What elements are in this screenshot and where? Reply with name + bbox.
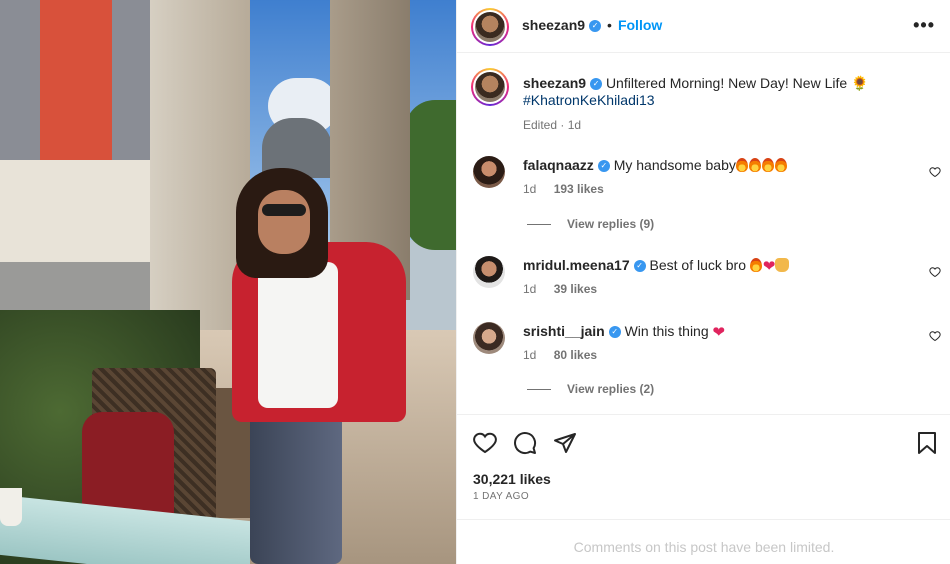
comment-like-heart-icon[interactable] [929,166,941,178]
photo-person-shirt [258,262,338,408]
comment-likes[interactable]: 39 likes [554,282,597,296]
verified-badge-icon: ✓ [608,326,621,339]
comment-item: srishti__jain ✓ Win this thing ❤ 1d 80 li… [457,318,950,408]
comment-icon[interactable] [513,431,537,455]
verified-badge-icon: ✓ [633,260,646,273]
commenter-username[interactable]: mridul.meena17 [523,257,630,273]
fire-emoji [735,158,748,172]
edited-label: Edited [523,118,558,132]
verified-badge-icon: ✓ [589,19,602,32]
comment-text: Best of luck bro [649,257,747,273]
post-header: sheezan9 ✓ • Follow ••• [457,0,950,53]
comment-like-heart-icon[interactable] [929,330,941,342]
photo-trees [405,100,456,250]
verified-badge-icon: ✓ [590,78,603,91]
fire-emoji [749,258,762,272]
post-caption: sheezan9 ✓ Unfiltered Morning! New Day! N… [457,54,950,144]
commenter-avatar[interactable] [473,256,505,288]
fire-emoji [748,158,761,172]
more-options-icon[interactable]: ••• [913,15,935,36]
action-bar: 30,221 likes 1 DAY AGO [457,414,950,520]
caption-author-avatar[interactable] [471,68,509,106]
view-replies-label: View replies (2) [567,382,655,396]
pray-emoji [775,258,790,272]
comment-meta: 1d 193 likes [523,182,604,196]
verified-badge-icon: ✓ [597,160,610,173]
comment-item: falaqnaazz ✓ My handsome baby 1d 193 like… [457,150,950,240]
post-side-panel: sheezan9 ✓ • Follow ••• sheezan9 ✓ Unfiltere… [456,0,950,564]
share-icon[interactable] [553,431,577,455]
comment-likes[interactable]: 80 likes [554,348,597,362]
caption-hashtag[interactable]: #KhatronKeKhiladi13 [523,92,923,108]
photo-person-sunglasses [262,204,306,216]
photo-red-building [40,0,112,165]
comment-body: mridul.meena17 ✓ Best of luck bro ❤ [523,256,913,276]
comments-limited-notice: Comments on this post have been limited. [457,519,950,564]
comment-like-heart-icon[interactable] [929,266,941,278]
caption-meta: Edited · 1d [523,118,582,132]
comment-likes[interactable]: 193 likes [554,182,604,196]
fire-emoji [774,158,787,172]
caption-body: sheezan9 ✓ Unfiltered Morning! New Day! N… [523,74,923,132]
follow-button[interactable]: Follow [618,17,662,33]
comment-meta: 1d 39 likes [523,282,597,296]
caption-username[interactable]: sheezan9 [523,75,586,91]
photo-person-pants [250,400,342,564]
comment-body: srishti__jain ✓ Win this thing ❤ [523,322,913,342]
fire-emoji [761,158,774,172]
photo-cup [0,488,22,526]
photo-person-face [258,190,310,254]
comment-time: 1d [523,182,537,196]
post-date[interactable]: 1 DAY AGO [473,491,529,502]
likes-count[interactable]: 30,221 likes [473,471,551,487]
comment-text: My handsome baby [613,157,736,173]
comment-text: Win this thing [624,323,709,339]
comment-meta: 1d 80 likes [523,348,597,362]
post-dialog: sheezan9 ✓ • Follow ••• sheezan9 ✓ Unfiltere… [0,0,950,564]
photo-white-building [0,160,160,270]
heart-emoji: ❤ [762,258,776,275]
bookmark-icon[interactable] [915,431,939,455]
replies-line [527,224,551,226]
view-replies-button[interactable]: View replies (2) [527,382,654,396]
comment-body: falaqnaazz ✓ My handsome baby [523,156,913,174]
commenter-username[interactable]: srishti__jain [523,323,605,339]
comment-time: 1d [523,282,537,296]
header-user-line: sheezan9 ✓ • Follow [522,17,662,35]
caption-text: Unfiltered Morning! New Day! New Life 🌻 [605,75,869,91]
heart-emoji: ❤ [712,324,726,341]
comment-time: 1d [523,348,537,362]
commenter-avatar[interactable] [473,322,505,354]
commenter-username[interactable]: falaqnaazz [523,157,594,173]
commenter-avatar[interactable] [473,156,505,188]
heart-icon[interactable] [473,431,497,455]
author-username[interactable]: sheezan9 [522,17,585,33]
author-avatar[interactable] [471,8,509,46]
post-photo[interactable] [0,0,456,564]
view-replies-button[interactable]: View replies (9) [527,217,654,231]
separator-dot: • [607,17,612,33]
edited-time: 1d [567,118,582,132]
view-replies-label: View replies (9) [567,217,655,231]
replies-line [527,389,551,391]
comment-item: mridul.meena17 ✓ Best of luck bro ❤ 1d 39… [457,252,950,302]
